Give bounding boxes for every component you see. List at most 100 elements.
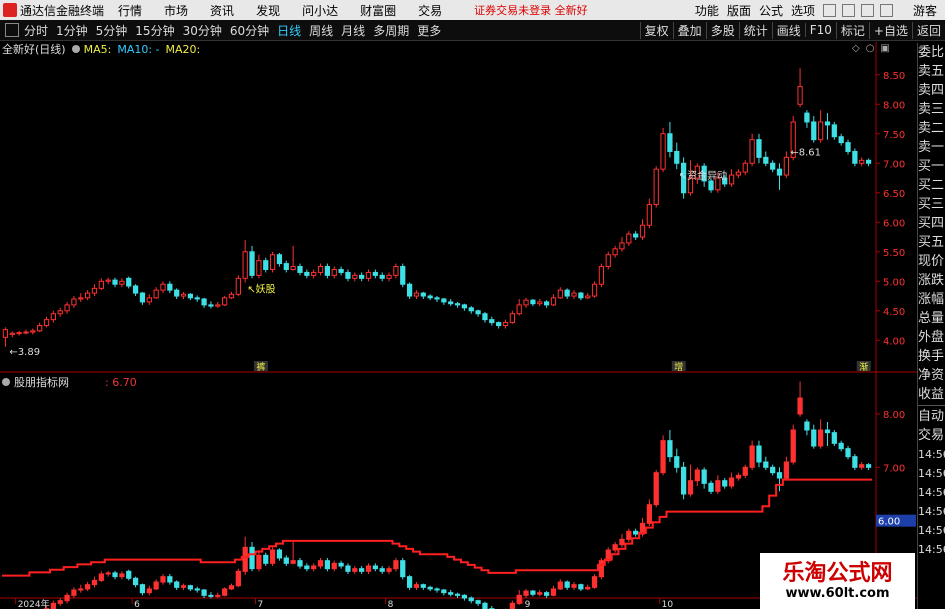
price-axis-label: 6.00 — [883, 218, 905, 229]
price-axis-label: 8.00 — [883, 100, 905, 111]
indicator-candle-body — [85, 584, 91, 590]
right-panel-item[interactable]: 卖三 — [918, 100, 945, 119]
chart-window-controls[interactable]: ◇○▣ — [852, 43, 896, 54]
candle-body — [605, 254, 611, 268]
candle-body — [591, 283, 598, 297]
indicator-candle-body — [379, 568, 385, 572]
right-panel-item[interactable]: 买一 — [918, 157, 945, 176]
indicator-candle-body — [269, 549, 276, 564]
candle-body — [475, 310, 481, 315]
right-panel-item[interactable]: 卖五 — [918, 62, 945, 81]
candle-body — [653, 168, 659, 206]
indicator-candle-body — [420, 584, 426, 588]
indicator-candle-body — [612, 544, 618, 551]
candle-body — [598, 266, 605, 285]
indicator-candle-body — [78, 588, 84, 591]
indicator-candle-body — [811, 429, 817, 447]
candle-body — [735, 171, 742, 176]
indicator-candle-body — [324, 560, 331, 570]
candle-body — [290, 266, 296, 270]
candle-body — [454, 303, 461, 306]
panel-separator — [918, 405, 945, 406]
indicator-candle-body — [660, 440, 666, 474]
kline-chart[interactable]: 8.50 8.00 7.50 7.00 6.50 6.00 5.50 5.00 4.50 4.00… — [0, 0, 945, 609]
candle-body — [831, 124, 837, 138]
indicator-candle-body — [728, 477, 735, 487]
indicator-candle-body — [763, 461, 769, 468]
event-marker: 渐 — [859, 361, 868, 373]
tick-time: 14:56 — [918, 448, 945, 461]
candle-body — [311, 271, 317, 276]
settings-dot-icon[interactable] — [2, 378, 10, 386]
right-panel-item[interactable]: 收益 — [918, 385, 945, 404]
right-panel-item[interactable]: 涨跌 — [918, 271, 945, 290]
indicator-candle-body — [448, 592, 454, 595]
candle-body — [804, 112, 810, 123]
candle-body — [174, 289, 180, 297]
right-panel-item[interactable]: 买五 — [918, 233, 945, 252]
indicator-candle-body — [386, 568, 392, 572]
right-panel-item[interactable]: 现价 — [918, 252, 945, 271]
right-panel-item[interactable]: 交易 — [918, 426, 945, 445]
candle-body — [728, 174, 735, 185]
indicator-candle-body — [516, 594, 522, 604]
indicator-candle-body — [345, 565, 351, 572]
indicator-candle-body — [817, 429, 824, 447]
settings-dot-icon[interactable] — [71, 45, 80, 53]
right-panel-item[interactable]: 卖四 — [918, 81, 945, 100]
candle-body — [222, 297, 228, 306]
candle-body — [57, 310, 63, 315]
indicator-candle-body — [564, 581, 570, 588]
indicator-name: 股朋指标网 — [14, 376, 69, 389]
candle-body — [146, 297, 152, 303]
candle-body — [304, 271, 310, 276]
candle-body — [242, 251, 248, 279]
candle-body — [489, 319, 495, 324]
candle-body — [845, 142, 851, 152]
candle-body — [400, 266, 406, 285]
right-panel-item[interactable]: 买二 — [918, 176, 945, 195]
right-panel-item[interactable]: 换手 — [918, 347, 945, 366]
right-panel-item[interactable]: 总量 — [918, 309, 945, 328]
indicator-candle-body — [235, 570, 241, 587]
candle-body — [537, 301, 543, 305]
indicator-candle-body — [256, 554, 262, 570]
date-axis-label: 9 — [525, 600, 531, 609]
candle-body — [379, 274, 385, 279]
right-panel-item[interactable]: 净资 — [918, 366, 945, 385]
right-panel-item[interactable]: 买三 — [918, 195, 945, 214]
candle-body — [817, 121, 824, 141]
candle-body — [263, 260, 269, 270]
candle-body — [297, 266, 303, 273]
candle-body — [269, 254, 276, 270]
indicator-candle-body — [413, 584, 420, 588]
candle-body — [742, 162, 748, 173]
right-panel-item[interactable]: 外盘 — [918, 328, 945, 347]
right-panel-item[interactable]: 涨幅 — [918, 290, 945, 309]
candle-body — [283, 263, 289, 270]
price-axis-label: 5.00 — [883, 277, 905, 288]
indicator-candle-body — [304, 565, 310, 570]
indicator-candle-body — [283, 557, 289, 564]
right-panel-item[interactable]: 买四 — [918, 214, 945, 233]
price-axis-label: 4.50 — [883, 307, 905, 318]
right-panel-item[interactable]: 卖二 — [918, 119, 945, 138]
ma10-label: MA10: - — [117, 42, 160, 56]
indicator-candle-body — [57, 600, 63, 604]
right-panel-item[interactable]: 卖一 — [918, 138, 945, 157]
indicator-candle-body — [790, 429, 796, 463]
right-panel-item[interactable]: 委比 — [918, 43, 945, 62]
indicator-candle-body — [742, 466, 748, 476]
candle-body — [756, 139, 762, 158]
candle-body — [352, 274, 358, 279]
indicator-candle-body — [797, 397, 803, 415]
indicator-candle-body — [454, 593, 461, 596]
candle-body — [187, 293, 194, 299]
indicator-candle-body — [482, 602, 488, 609]
right-panel-item[interactable]: 自动 — [918, 407, 945, 426]
date-axis-label: 10 — [662, 600, 674, 609]
indicator-candle-body — [276, 549, 283, 559]
candle-body — [228, 293, 235, 299]
candle-body — [502, 322, 509, 327]
indicator-candle-body — [311, 565, 317, 570]
